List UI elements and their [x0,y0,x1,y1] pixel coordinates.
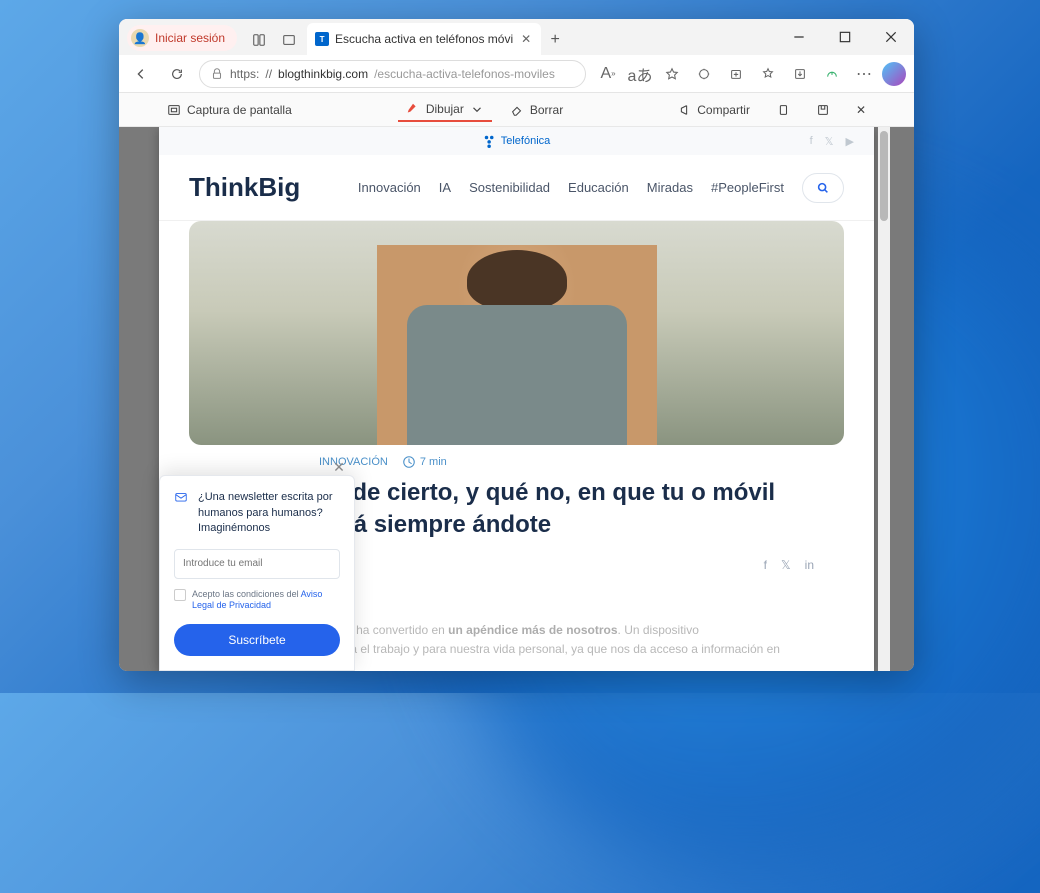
popup-headline: ¿Una newsletter escrita por humanos para… [198,490,340,536]
site-logo[interactable]: ThinkBig [189,172,300,203]
newsletter-popup: ✕ ¿Una newsletter escrita por humanos pa… [159,475,355,671]
share-icon [677,103,691,117]
site-header: ThinkBig Innovación IA Sostenibilidad Ed… [159,155,874,221]
nav-menu: Innovación IA Sostenibilidad Educación M… [358,173,844,203]
nav-item[interactable]: Innovación [358,180,421,195]
browser-window: 👤 Iniciar sesión T Escucha activa en tel… [119,19,914,671]
workspaces-icon[interactable] [247,28,271,52]
titlebar: 👤 Iniciar sesión T Escucha activa en tel… [119,19,914,55]
favorites-bar-icon[interactable] [754,60,782,88]
address-bar: https://blogthinkbig.com/escucha-activa-… [119,55,914,93]
nav-item[interactable]: IA [439,180,451,195]
tab-title: Escucha activa en teléfonos móvi [335,32,513,46]
back-button[interactable] [127,60,155,88]
collections-icon[interactable] [722,60,750,88]
nav-item[interactable]: Sostenibilidad [469,180,550,195]
youtube-icon[interactable]: ▶ [846,135,854,148]
minimize-button[interactable] [776,19,822,55]
scrollbar-thumb[interactable] [880,131,888,221]
tab-favicon: T [315,32,329,46]
maximize-button[interactable] [822,19,868,55]
nav-item[interactable]: Miradas [647,180,693,195]
profile-button[interactable]: 👤 Iniciar sesión [127,25,237,51]
brand-bar: Telefónica f 𝕏 ▶ [159,127,874,155]
mail-icon [174,490,188,504]
brand-label: Telefónica [501,135,551,147]
screenshot-button[interactable]: Captura de pantalla [159,99,300,121]
terms-row: Acepto las condiciones del Aviso Legal d… [174,589,340,612]
content-area: Telefónica f 𝕏 ▶ ThinkBig Innovación IA … [119,127,914,671]
share-linkedin-icon[interactable]: in [805,558,814,572]
copilot-button[interactable] [882,62,906,86]
tab-close-icon[interactable]: ✕ [519,32,533,46]
share-facebook-icon[interactable]: f [764,558,767,572]
popup-close-button[interactable]: ✕ [330,458,348,476]
copy-button[interactable] [768,99,798,121]
close-window-button[interactable] [868,19,914,55]
screenshot-icon [167,103,181,117]
share-button[interactable]: Compartir [669,99,758,121]
search-button[interactable] [802,173,844,203]
erase-button[interactable]: Borrar [502,99,571,121]
save-button[interactable] [808,99,838,121]
profile-label: Iniciar sesión [155,31,225,45]
refresh-button[interactable] [163,60,191,88]
save-icon [816,103,830,117]
draw-button[interactable]: Dibujar [398,98,492,122]
nav-item[interactable]: #PeopleFirst [711,180,784,195]
url-domain: blogthinkbig.com [278,67,368,81]
share-x-icon[interactable]: 𝕏 [781,558,791,572]
more-icon[interactable]: ⋯ [850,60,878,88]
nav-item[interactable]: Educación [568,180,629,195]
email-input[interactable] [174,549,340,579]
article-meta: INNOVACIÓN 7 min [289,455,874,469]
url-path: /escucha-activa-telefonos-moviles [374,67,555,81]
subscribe-button[interactable]: Suscríbete [174,624,340,656]
extensions-icon[interactable] [690,60,718,88]
favorite-icon[interactable] [658,60,686,88]
translate-icon[interactable]: aあ [626,60,654,88]
avatar: 👤 [131,29,149,47]
url-input[interactable]: https://blogthinkbig.com/escucha-activa-… [199,60,586,88]
clock-icon [402,455,416,469]
terms-checkbox[interactable] [174,589,186,601]
new-tab-button[interactable]: + [541,25,569,55]
read-aloud-icon[interactable]: A» [594,60,622,88]
performance-icon[interactable] [818,60,846,88]
pen-icon [406,102,420,116]
eraser-icon [510,103,524,117]
telefonica-logo-icon [483,134,497,148]
chevron-down-icon [470,102,484,116]
tab-actions-icon[interactable] [277,28,301,52]
annotation-toolbar: Captura de pantalla Dibujar Borrar Compa… [119,93,914,127]
lock-icon [210,67,224,81]
scrollbar[interactable] [878,127,890,671]
close-annotation-button[interactable]: ✕ [848,99,874,121]
read-time: 7 min [402,455,447,469]
facebook-icon[interactable]: f [810,135,813,148]
search-icon [816,181,830,195]
hero-image [189,221,844,445]
copy-icon [776,103,790,117]
downloads-icon[interactable] [786,60,814,88]
browser-tab[interactable]: T Escucha activa en teléfonos móvi ✕ [307,23,541,55]
x-icon[interactable]: 𝕏 [825,135,834,148]
